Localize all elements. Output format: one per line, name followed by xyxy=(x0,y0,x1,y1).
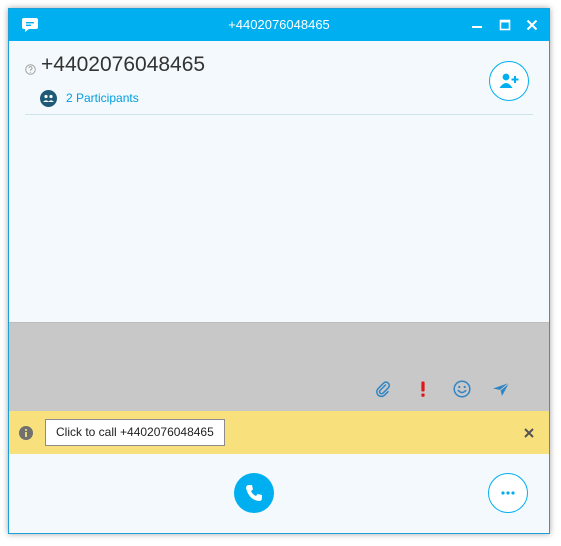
help-status-icon xyxy=(25,62,36,75)
urgent-icon[interactable] xyxy=(413,379,433,399)
message-compose-area[interactable] xyxy=(9,322,549,412)
contact-name: +4402076048465 xyxy=(41,53,206,76)
more-options-icon xyxy=(501,491,515,495)
phone-icon xyxy=(246,485,262,501)
call-button[interactable] xyxy=(234,473,274,513)
maximize-icon[interactable] xyxy=(495,15,515,35)
header-divider xyxy=(25,114,533,115)
close-icon[interactable] xyxy=(522,15,542,35)
title-bar: +4402076048465 xyxy=(9,9,549,41)
dismiss-icon[interactable] xyxy=(523,426,535,438)
minimize-icon[interactable] xyxy=(467,15,487,35)
click-to-call-tooltip[interactable]: Click to call +4402076048465 xyxy=(45,419,225,446)
conversation-window: +4402076048465 +4402076048465 2 Particip… xyxy=(8,8,550,534)
participants-link[interactable]: 2 Participants xyxy=(66,91,139,105)
call-controls-bar xyxy=(9,454,549,533)
more-options-button[interactable] xyxy=(488,473,528,513)
send-icon[interactable] xyxy=(491,379,511,399)
emoji-icon[interactable] xyxy=(452,379,472,399)
call-notification-bar: Click to call +4402076048465 xyxy=(9,411,549,454)
add-people-button[interactable] xyxy=(489,61,529,101)
add-people-icon xyxy=(499,73,519,88)
attach-file-icon[interactable] xyxy=(373,379,393,399)
participants-icon[interactable] xyxy=(40,90,57,107)
conversation-header: +4402076048465 2 Participants xyxy=(9,41,549,331)
info-icon xyxy=(19,426,33,440)
